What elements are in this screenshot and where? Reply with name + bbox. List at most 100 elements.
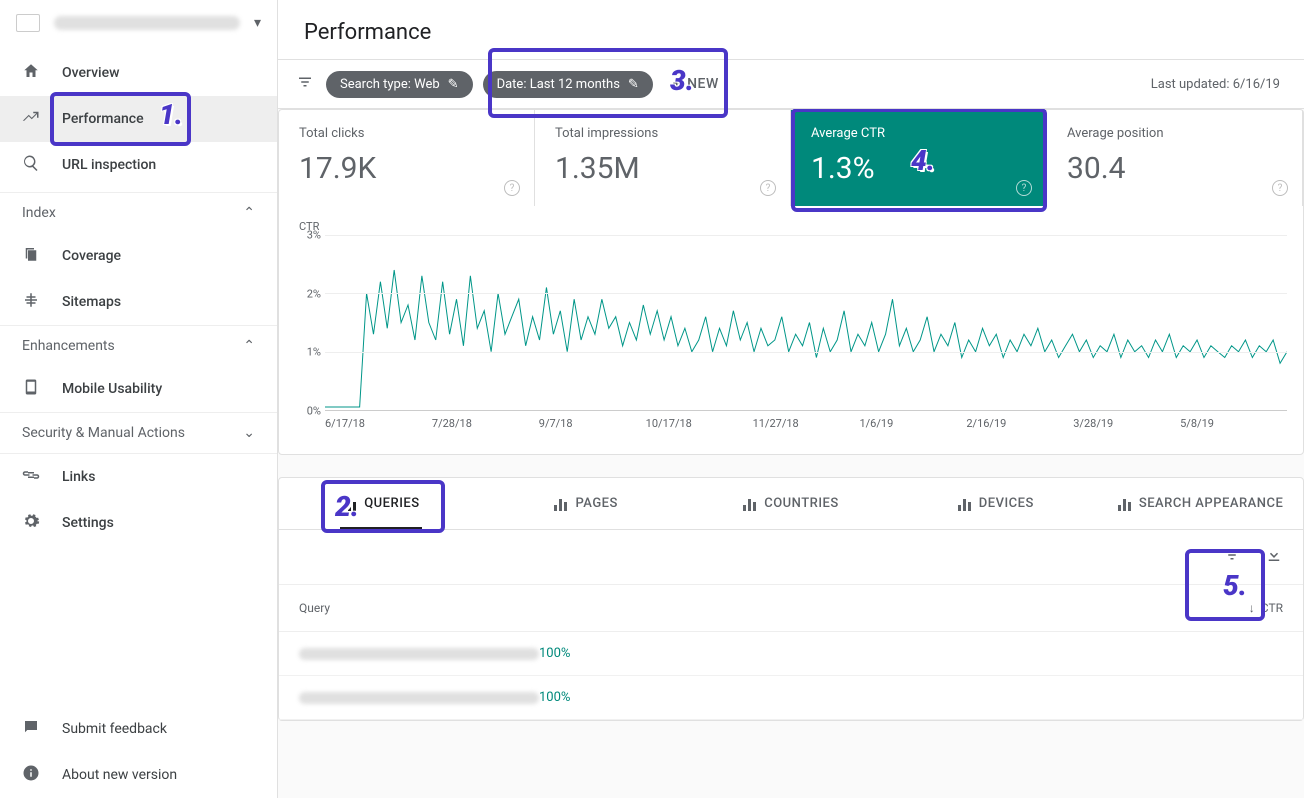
metric-label: Total clicks	[299, 126, 514, 141]
metric-label: Average CTR	[811, 126, 1026, 141]
copy-icon	[22, 245, 40, 267]
nav-links[interactable]: Links	[0, 454, 277, 500]
property-url-obscured	[54, 16, 240, 30]
table-card: QUERIES PAGES COUNTRIESDEVICESSEARCH APPEA…	[278, 477, 1304, 721]
trending-up-icon	[22, 108, 40, 130]
feedback-icon	[22, 718, 40, 740]
new-label: NEW	[687, 76, 719, 92]
y-tick: 2%	[307, 287, 321, 300]
x-tick: 10/17/18	[646, 417, 753, 430]
nav-label: Sitemaps	[62, 294, 121, 310]
metric-average-ctr[interactable]: Average CTR 1.3%?	[791, 110, 1047, 206]
annotation-number-1: 1.	[159, 98, 183, 131]
x-tick: 2/16/19	[966, 417, 1073, 430]
table-row[interactable]: 100%	[279, 676, 1303, 720]
nav-label: Submit feedback	[62, 721, 167, 737]
chip-search-type[interactable]: Search type: Web ✎	[326, 71, 473, 98]
nav-mobile-usability[interactable]: Mobile Usability	[0, 366, 277, 412]
x-tick: 1/6/19	[859, 417, 966, 430]
property-thumbnail	[16, 14, 40, 32]
nav-settings[interactable]: Settings	[0, 500, 277, 546]
metrics-card: Total clicks17.9K?Total impressions1.35M…	[278, 109, 1304, 455]
chip-date[interactable]: Date: Last 12 months ✎	[483, 71, 653, 98]
tab-label: PAGES	[575, 496, 617, 511]
plus-icon: +	[673, 76, 681, 92]
table-row[interactable]: 100%	[279, 632, 1303, 676]
chip-label: Date: Last 12 months	[497, 77, 620, 92]
chevron-up-icon: ⌃	[243, 338, 255, 354]
nav-coverage[interactable]: Coverage	[0, 233, 277, 279]
y-axis: 3%2%1%0%	[295, 235, 325, 411]
metric-value: 30.4	[1067, 151, 1282, 186]
x-axis: 6/17/187/28/189/7/1810/17/1811/27/181/6/…	[325, 411, 1287, 430]
chevron-up-icon: ⌃	[243, 205, 255, 221]
nav-label: About new version	[62, 767, 177, 783]
tab-label: QUERIES	[364, 496, 419, 511]
x-tick: 11/27/18	[753, 417, 860, 430]
nav-main: Overview Performance 1. URL inspection	[0, 46, 277, 192]
x-tick: 5/8/19	[1180, 417, 1287, 430]
metric-average-position[interactable]: Average position 30.4?	[1047, 110, 1303, 206]
metric-total-impressions[interactable]: Total impressions1.35M?	[535, 110, 791, 206]
help-icon[interactable]: ?	[1016, 180, 1032, 196]
sort-down-icon: ↓	[1249, 601, 1255, 615]
metric-label: Average position	[1067, 126, 1282, 141]
metric-value: 1.3%	[811, 151, 1026, 186]
tab-queries[interactable]: QUERIES	[279, 478, 484, 529]
tab-countries[interactable]: COUNTRIES	[689, 478, 894, 529]
tab-devices[interactable]: DEVICES	[893, 478, 1098, 529]
download-icon[interactable]	[1265, 546, 1283, 568]
chip-label: Search type: Web	[340, 77, 440, 92]
section-title: Index	[22, 205, 56, 221]
metric-value: 17.9K	[299, 151, 514, 186]
chart-title: CTR	[299, 220, 1287, 233]
nav-sitemaps[interactable]: Sitemaps	[0, 279, 277, 325]
nav-label: Links	[62, 469, 95, 485]
y-tick: 0%	[307, 405, 321, 418]
nav-label: Settings	[62, 515, 114, 531]
section-title: Security & Manual Actions	[22, 425, 185, 441]
help-icon[interactable]: ?	[1272, 180, 1288, 196]
table-toolbar	[279, 530, 1303, 584]
nav-url-inspection[interactable]: URL inspection	[0, 142, 277, 188]
help-icon[interactable]: ?	[504, 180, 520, 196]
filter-icon[interactable]	[294, 73, 316, 95]
table-body: 100% 100%	[279, 632, 1303, 720]
metric-total-clicks[interactable]: Total clicks 17.9K?	[279, 110, 535, 206]
query-obscured	[299, 692, 539, 704]
nav-about[interactable]: About new version	[0, 752, 277, 798]
tab-pages[interactable]: PAGES	[484, 478, 689, 529]
tab-search-appearance[interactable]: SEARCH APPEARANCE	[1098, 478, 1303, 529]
chart: 3%2%1%0%	[295, 235, 1287, 411]
new-filter-button[interactable]: + NEW	[663, 70, 729, 98]
link-icon	[22, 466, 40, 488]
nav-overview[interactable]: Overview	[0, 50, 277, 96]
property-selector[interactable]: ▾	[0, 0, 277, 46]
last-updated: Last updated: 6/16/19	[1151, 77, 1288, 92]
section-enhancements[interactable]: Enhancements ⌃	[0, 325, 277, 366]
nav-label: Mobile Usability	[62, 381, 162, 397]
nav-feedback[interactable]: Submit feedback	[0, 706, 277, 752]
page-title: Performance	[278, 0, 1304, 59]
edit-icon: ✎	[628, 77, 639, 92]
x-tick: 3/28/19	[1073, 417, 1180, 430]
chevron-down-icon: ⌄	[243, 425, 255, 441]
section-title: Enhancements	[22, 338, 115, 354]
chart-area: CTR 3%2%1%0% 6/17/187/28/189/7/1810/17/1…	[279, 206, 1303, 454]
metric-label: Total impressions	[555, 126, 770, 141]
col-header-query[interactable]: Query	[299, 601, 1249, 615]
ctr-value: 100%	[539, 690, 570, 705]
sitemap-icon	[22, 291, 40, 313]
search-icon	[22, 154, 40, 176]
content-scroll[interactable]: Total clicks17.9K?Total impressions1.35M…	[278, 109, 1304, 798]
info-icon	[22, 764, 40, 786]
col-header-ctr[interactable]: ↓ CTR	[1249, 601, 1283, 615]
help-icon[interactable]: ?	[760, 180, 776, 196]
nav-label: URL inspection	[62, 157, 156, 173]
nav-label: Performance	[62, 111, 144, 127]
bar-chart-icon	[1118, 497, 1131, 511]
section-index[interactable]: Index ⌃	[0, 192, 277, 233]
nav-performance[interactable]: Performance 1.	[0, 96, 277, 142]
filter-icon[interactable]	[1223, 546, 1241, 568]
section-security[interactable]: Security & Manual Actions ⌄	[0, 412, 277, 453]
